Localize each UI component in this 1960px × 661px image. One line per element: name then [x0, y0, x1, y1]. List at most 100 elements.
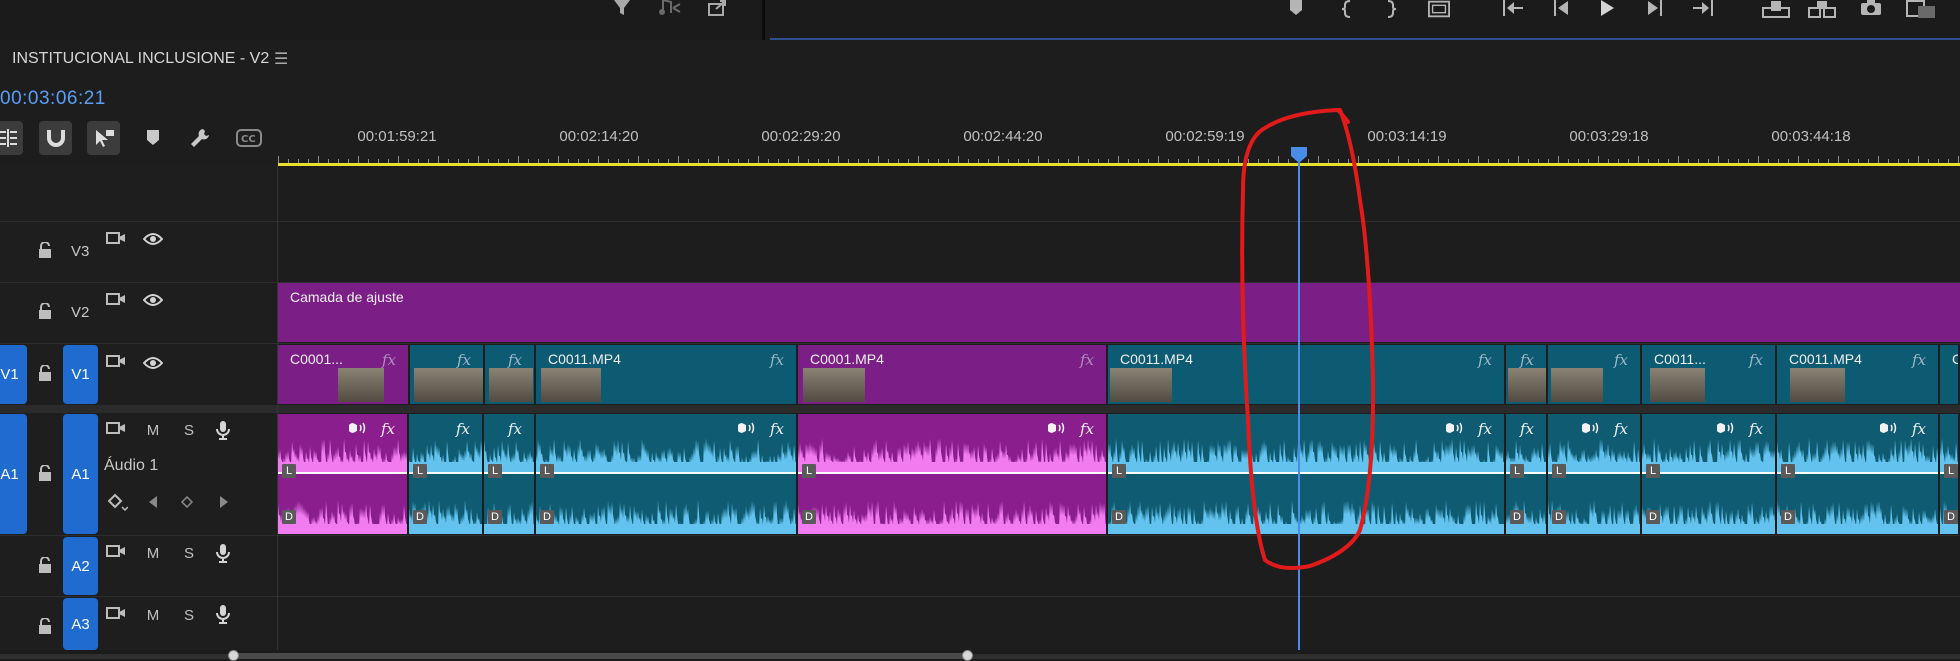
scrollbar-thumb[interactable] — [232, 653, 970, 659]
track-target-a2[interactable]: A2 — [63, 537, 98, 595]
previous-keyframe-icon[interactable] — [145, 494, 161, 510]
track-target-a3[interactable]: A3 — [63, 598, 98, 650]
video-clip[interactable]: fx — [1548, 345, 1640, 404]
keyframe-options-icon[interactable] — [107, 493, 129, 511]
sequence-tab-title[interactable]: INSTITUCIONAL INCLUSIONE - V2 — [12, 50, 269, 68]
next-keyframe-icon[interactable] — [216, 494, 232, 510]
eye-icon[interactable] — [142, 230, 164, 248]
source-patch-a1[interactable]: A1 — [0, 414, 27, 534]
sync-lock-icon[interactable] — [105, 420, 127, 438]
hamburger-menu-icon[interactable]: ☰ — [274, 49, 288, 69]
playhead-handle[interactable] — [1290, 146, 1308, 164]
lock-icon[interactable] — [36, 364, 54, 382]
scrollbar-left-handle[interactable] — [228, 650, 239, 661]
mute-button[interactable]: M — [144, 544, 162, 562]
channel-right-label: D — [802, 510, 816, 524]
video-clip[interactable]: C0011.MP4 fx — [1777, 345, 1938, 404]
video-clip[interactable]: C0001... fx — [278, 345, 408, 404]
audio-clip[interactable]: L Dfx — [798, 414, 1106, 534]
solo-button[interactable]: S — [180, 544, 198, 562]
lift-icon[interactable] — [1762, 0, 1790, 18]
video-clip[interactable]: C0011... fx — [1642, 345, 1775, 404]
lock-icon[interactable] — [36, 302, 54, 320]
playhead-timecode[interactable]: 00:03:06:21 — [0, 88, 106, 110]
lock-icon[interactable] — [36, 464, 54, 482]
volume-rubber-band[interactable] — [1642, 472, 1775, 474]
step-forward-icon[interactable] — [1644, 0, 1666, 18]
time-ruler[interactable]: 00:01:59:21 00:02:14:20 00:02:29:20 00:0… — [278, 120, 1960, 166]
captions-button[interactable]: CC — [235, 121, 263, 155]
audio-clip[interactable]: L Dfx — [536, 414, 796, 534]
extract-icon[interactable] — [1808, 0, 1836, 18]
track-target-a1[interactable]: A1 — [63, 414, 98, 534]
solo-button[interactable]: S — [180, 421, 198, 439]
video-clip[interactable]: fx — [485, 345, 534, 404]
snap-button[interactable] — [39, 121, 72, 155]
add-marker-button[interactable] — [140, 121, 166, 155]
video-clip[interactable]: C0011.MP4 fx — [536, 345, 796, 404]
track-header-divider — [277, 166, 278, 650]
volume-rubber-band[interactable] — [798, 472, 1106, 474]
play-icon[interactable] — [1596, 0, 1618, 18]
microphone-icon[interactable] — [214, 603, 232, 625]
eye-icon[interactable] — [142, 354, 164, 372]
timeline-horizontal-scrollbar[interactable] — [0, 650, 1960, 661]
video-clip[interactable]: C0011.MP4 fx — [1108, 345, 1504, 404]
sync-lock-icon[interactable] — [105, 605, 127, 623]
add-marker-icon[interactable] — [1285, 0, 1307, 18]
mark-out-icon[interactable] — [1380, 0, 1402, 18]
ruler-tick — [1718, 156, 1719, 163]
safe-margins-icon[interactable] — [1428, 0, 1450, 18]
volume-rubber-band[interactable] — [536, 472, 796, 474]
timeline-settings-button[interactable] — [186, 121, 214, 155]
go-to-out-icon[interactable] — [1692, 0, 1714, 18]
audio-clip[interactable]: L Dfx — [1642, 414, 1775, 534]
volume-rubber-band[interactable] — [1777, 472, 1938, 474]
sync-lock-icon[interactable] — [105, 230, 127, 248]
sync-lock-icon[interactable] — [105, 543, 127, 561]
sync-lock-icon[interactable] — [105, 291, 127, 309]
solo-button[interactable]: S — [180, 606, 198, 624]
audio-clip[interactable]: L Dfx — [1108, 414, 1504, 534]
volume-rubber-band[interactable] — [1108, 472, 1504, 474]
audio-clip[interactable]: L Dfx — [484, 414, 534, 534]
lock-icon[interactable] — [36, 556, 54, 574]
export-frame-icon[interactable] — [707, 0, 729, 18]
scrollbar-right-handle[interactable] — [962, 650, 973, 661]
add-keyframe-icon[interactable] — [179, 494, 195, 510]
lock-icon[interactable] — [36, 241, 54, 259]
audio-clip[interactable]: L Dfx — [1506, 414, 1546, 534]
volume-rubber-band[interactable] — [278, 472, 407, 474]
track-name-audio-1[interactable]: Áudio 1 — [104, 457, 158, 475]
eye-icon[interactable] — [142, 291, 164, 309]
video-clip[interactable]: fx — [410, 345, 483, 404]
audio-clip[interactable]: LD — [1940, 414, 1958, 534]
mute-button[interactable]: M — [144, 421, 162, 439]
go-to-in-icon[interactable] — [1502, 0, 1524, 18]
mark-in-icon[interactable] — [1336, 0, 1358, 18]
filter-icon[interactable] — [611, 0, 633, 18]
adjustment-layer-clip[interactable]: Camada de ajuste — [278, 283, 1960, 342]
video-clip[interactable]: C — [1940, 345, 1958, 404]
camera-icon[interactable] — [1860, 0, 1882, 18]
video-clip[interactable]: C0001.MP4 fx — [798, 345, 1106, 404]
lock-icon[interactable] — [36, 617, 54, 635]
audio-clip[interactable]: L Dfx — [278, 414, 407, 534]
source-patch-v1[interactable]: V1 — [0, 345, 27, 404]
insert-overwrite-sequence-button[interactable] — [0, 121, 23, 155]
sync-lock-icon[interactable] — [105, 353, 127, 371]
step-back-icon[interactable] — [1550, 0, 1572, 18]
audio-clip[interactable]: L Dfx — [1548, 414, 1640, 534]
playhead-line[interactable] — [1298, 150, 1300, 655]
microphone-icon[interactable] — [214, 419, 232, 441]
track-target-v1[interactable]: V1 — [63, 345, 98, 404]
mute-button[interactable]: M — [144, 606, 162, 624]
audio-music-icon[interactable] — [659, 0, 681, 18]
linked-selection-button[interactable] — [87, 121, 120, 155]
audio-clip[interactable]: L Dfx — [409, 414, 482, 534]
work-area-bar[interactable] — [278, 163, 1960, 166]
video-clip[interactable]: fx — [1506, 345, 1546, 404]
microphone-icon[interactable] — [214, 542, 232, 564]
audio-clip[interactable]: L Dfx — [1777, 414, 1938, 534]
comparison-view-icon[interactable] — [1906, 0, 1936, 18]
